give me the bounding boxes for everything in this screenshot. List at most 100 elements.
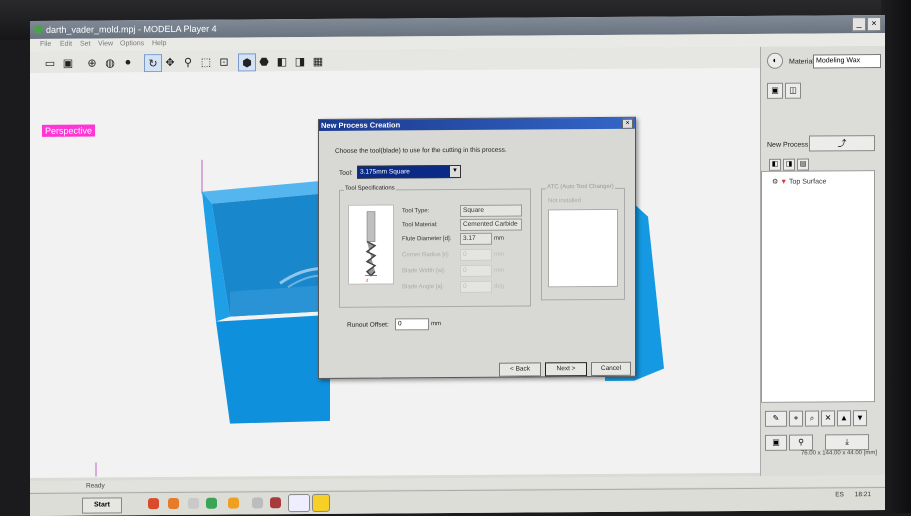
- menu-view[interactable]: View: [98, 40, 113, 47]
- atc-status: Not installed: [548, 198, 581, 204]
- menu-help[interactable]: Help: [152, 40, 166, 47]
- menu-edit[interactable]: Edit: [60, 41, 72, 48]
- blade-angle-field: 0: [460, 281, 492, 293]
- chevron-down-icon[interactable]: ▼: [450, 166, 460, 177]
- tool-specifications-group: Tool Specifications d Tool Type: Square …: [339, 188, 531, 307]
- screen: darth_vader_mold.mpj - MODELA Player 4 _…: [30, 15, 885, 516]
- panel-up-icon[interactable]: ▲: [837, 410, 851, 426]
- corner-radius-unit: mm: [494, 252, 504, 258]
- blade-width-field: 0: [460, 265, 492, 277]
- blade-angle-unit: deg: [494, 284, 504, 290]
- tool-label: Tool:: [339, 170, 353, 177]
- new-process-button[interactable]: ⤴: [809, 135, 875, 151]
- menu-options[interactable]: Options: [120, 40, 144, 47]
- tray-language[interactable]: ES: [835, 491, 844, 498]
- top-view-icon[interactable]: ◨: [292, 53, 308, 69]
- tool-type-field: Square: [460, 205, 522, 217]
- atc-preview: [548, 209, 618, 287]
- taskbar: Start ES 18:21: [30, 487, 885, 516]
- fit-view-icon[interactable]: ⊡: [216, 54, 232, 70]
- warning-icon[interactable]: [312, 494, 330, 512]
- menu-set[interactable]: Set: [80, 41, 91, 48]
- dialog-instruction: Choose the tool(blade) to use for the cu…: [335, 147, 507, 155]
- explorer-icon[interactable]: [228, 498, 239, 509]
- process-item-label: Top Surface: [789, 178, 826, 185]
- menu-file[interactable]: File: [40, 41, 51, 48]
- minimize-button[interactable]: _: [852, 17, 866, 31]
- tree-icon-2[interactable]: ◨: [783, 159, 795, 171]
- panel-action-3[interactable]: ⌕: [805, 410, 819, 426]
- tree-icon-3[interactable]: ▤: [797, 159, 809, 171]
- iso-view-icon[interactable]: ⬢: [238, 53, 256, 71]
- tray-clock[interactable]: 18:21: [855, 491, 871, 498]
- preview-icon[interactable]: ⚲: [789, 435, 813, 451]
- chrome-icon[interactable]: [206, 498, 217, 509]
- process-tool-icon: ⚙: [772, 179, 778, 186]
- status-text: Ready: [86, 482, 105, 489]
- browser-icon[interactable]: [148, 498, 159, 509]
- process-list-icon[interactable]: ▣: [767, 83, 783, 99]
- zoom-icon[interactable]: ⚲: [180, 54, 196, 70]
- grid-view-icon[interactable]: ▦: [310, 53, 326, 69]
- monitor-bezel-right: [881, 0, 911, 513]
- runout-offset-label: Runout Offset:: [347, 321, 389, 328]
- process-item-top-surface[interactable]: ⚙ ▼ Top Surface: [772, 177, 826, 185]
- tool-spec-group-label: Tool Specifications: [344, 185, 396, 191]
- material-label: Material: [789, 59, 814, 66]
- tool-select-value: 3.175mm Square: [360, 168, 410, 175]
- side-view-icon[interactable]: ◧: [274, 53, 290, 69]
- panel-down-icon[interactable]: ▼: [853, 410, 867, 426]
- new-process-dialog: New Process Creation × Choose the tool(b…: [318, 117, 636, 379]
- end-mill-icon: d: [349, 205, 393, 283]
- model-dimensions: 76.00 x 144.00 x 44.00 [mm]: [761, 450, 877, 461]
- flute-diameter-unit: mm: [494, 236, 504, 242]
- atc-group-label: ATC (Auto Tool Changer): [546, 184, 615, 190]
- atc-group: ATC (Auto Tool Changer) Not installed: [541, 188, 625, 301]
- zoom-area-icon[interactable]: ⬚: [198, 54, 214, 70]
- front-view-icon[interactable]: ⬣: [256, 53, 272, 69]
- folder-icon[interactable]: [188, 498, 199, 509]
- tree-icon-1[interactable]: ◧: [769, 159, 781, 171]
- globe-icon[interactable]: ⊕: [84, 54, 100, 70]
- tool-select[interactable]: 3.175mm Square ▼: [357, 165, 461, 179]
- panel-action-2[interactable]: ⌖: [789, 411, 803, 427]
- svg-text:d: d: [366, 278, 368, 283]
- panel-action-1[interactable]: ✎: [765, 411, 787, 427]
- back-button[interactable]: < Back: [499, 362, 541, 376]
- right-panel: ◐ Material Modeling Wax ▣ ◫ New Process …: [760, 46, 885, 477]
- flute-diameter-field: 3.17: [460, 233, 492, 245]
- dialog-title: New Process Creation: [319, 118, 635, 131]
- sphere-icon[interactable]: ◍: [102, 54, 118, 70]
- cancel-button[interactable]: Cancel: [591, 362, 631, 376]
- process-settings-icon[interactable]: ◫: [785, 83, 801, 99]
- material-icon[interactable]: ◐: [767, 53, 783, 69]
- rotate-icon[interactable]: ↻: [144, 54, 162, 72]
- runout-offset-input[interactable]: 0: [395, 318, 429, 330]
- save-icon[interactable]: ▣: [60, 55, 76, 71]
- flute-diameter-label: Flute Diameter [d]:: [402, 236, 451, 242]
- blade-angle-label: Blade Angle [a]:: [402, 284, 444, 290]
- app-icon: [34, 25, 43, 34]
- open-folder-icon[interactable]: ▭: [42, 55, 58, 71]
- tool-material-field: Cemented Carbide: [460, 219, 522, 231]
- firefox-icon[interactable]: [168, 498, 179, 509]
- app-icon-1[interactable]: [252, 497, 263, 508]
- app-icon-2[interactable]: [270, 497, 281, 508]
- modela-task-icon[interactable]: [288, 494, 310, 512]
- corner-radius-label: Corner Radius [r]:: [402, 252, 449, 258]
- panel-delete-icon[interactable]: ✕: [821, 410, 835, 426]
- cut-icon[interactable]: ⤓: [825, 434, 869, 450]
- start-button[interactable]: Start: [82, 497, 122, 513]
- dialog-close-icon[interactable]: ×: [622, 119, 633, 129]
- runout-offset-unit: mm: [431, 321, 441, 327]
- next-button[interactable]: Next >: [545, 362, 587, 376]
- close-button[interactable]: ×: [867, 17, 881, 31]
- system-tray: ES 18:21: [835, 491, 871, 498]
- material-select[interactable]: Modeling Wax: [813, 54, 881, 68]
- panel-action-5[interactable]: ▣: [765, 435, 787, 451]
- new-process-label: New Process: [767, 142, 808, 149]
- render-icon[interactable]: ●: [120, 54, 136, 70]
- pan-icon[interactable]: ✥: [162, 54, 178, 70]
- window-title: darth_vader_mold.mpj - MODELA Player 4: [46, 24, 217, 35]
- corner-radius-field: 0: [460, 249, 492, 261]
